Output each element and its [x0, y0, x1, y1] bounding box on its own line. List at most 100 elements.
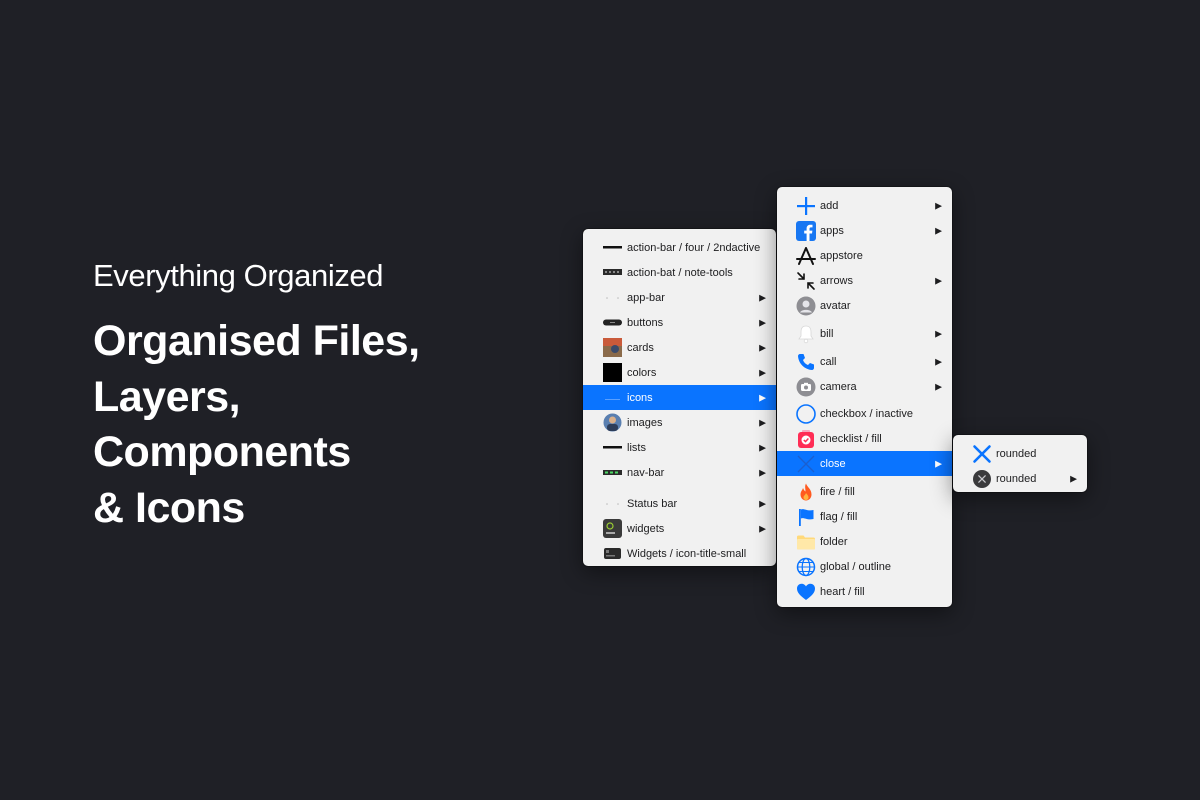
- navbar-thumb-icon: [603, 463, 622, 482]
- menu-item-app-bar[interactable]: app-bar ▶: [583, 285, 776, 310]
- submenu-arrow-icon: ▶: [935, 458, 942, 468]
- menu-item-label: global / outline: [820, 560, 891, 573]
- menu-item-rounded-x[interactable]: rounded: [953, 441, 1087, 466]
- submenu-arrow-icon: ▶: [759, 392, 766, 402]
- menu-item-rounded-circle[interactable]: rounded ▶: [953, 466, 1087, 491]
- menu-item-add[interactable]: add ▶: [777, 193, 952, 218]
- menu-item-icons[interactable]: icons ▶: [583, 385, 776, 410]
- submenu-arrow-icon: ▶: [759, 342, 766, 352]
- menu-item-widgets-icon-title-small[interactable]: Widgets / icon-title-small: [583, 541, 776, 566]
- submenu-arrow-icon: ▶: [935, 328, 942, 338]
- menu-item-bill[interactable]: bill ▶: [777, 321, 952, 346]
- menu-item-images[interactable]: images ▶: [583, 410, 776, 435]
- submenu-arrow-icon: ▶: [759, 367, 766, 377]
- circle-outline-icon: [796, 403, 816, 424]
- menu-item-buttons[interactable]: buttons ▶: [583, 310, 776, 335]
- menu-item-label: Status bar: [627, 497, 678, 510]
- menu-item-label: icons: [627, 391, 653, 404]
- menu-item-call[interactable]: call ▶: [777, 349, 952, 374]
- close-variants-menu: rounded rounded ▶: [953, 435, 1087, 492]
- submenu-arrow-icon: ▶: [759, 523, 766, 533]
- layers-menu: action-bar / four / 2ndactive action-bat…: [583, 229, 776, 566]
- camera-icon: [796, 377, 816, 397]
- menu-item-widgets[interactable]: widgets ▶: [583, 516, 776, 541]
- menu-item-label: action-bar / four / 2ndactive: [627, 241, 761, 254]
- menu-item-label: buttons: [627, 316, 664, 329]
- menu-item-camera[interactable]: camera ▶: [777, 374, 952, 399]
- submenu-arrow-icon: ▶: [935, 225, 942, 235]
- line-thumb-icon: [603, 238, 622, 257]
- icon-thumb-icon: [603, 388, 622, 407]
- avatar-icon: [796, 296, 816, 316]
- line-thumb-icon: [603, 438, 622, 457]
- menu-item-label: bill: [820, 327, 834, 340]
- toolbar-thumb-icon: [603, 263, 622, 282]
- hero-headline: Organised Files, Layers, Components & Ic…: [93, 314, 420, 536]
- collapse-arrows-icon: [796, 271, 816, 291]
- hero-eyebrow: Everything Organized: [93, 258, 384, 293]
- icons-menu: add ▶ apps ▶ appstore arrows ▶ avatar bi…: [777, 187, 952, 607]
- menu-item-global-outline[interactable]: global / outline: [777, 554, 952, 579]
- menu-item-label: camera: [820, 380, 857, 393]
- globe-icon: [796, 557, 816, 577]
- menu-item-avatar[interactable]: avatar: [777, 293, 952, 318]
- headline-line-3: Components: [93, 428, 351, 476]
- checklist-icon: [796, 429, 816, 449]
- menu-item-label: folder: [820, 535, 848, 548]
- menu-item-label: checklist / fill: [820, 432, 882, 445]
- menu-item-label: add: [820, 199, 839, 212]
- menu-item-label: checkbox / inactive: [820, 407, 913, 420]
- menu-item-folder[interactable]: folder: [777, 529, 952, 554]
- menu-item-lists[interactable]: lists ▶: [583, 435, 776, 460]
- fire-icon: [796, 482, 816, 502]
- menu-item-heart-fill[interactable]: heart / fill: [777, 579, 952, 604]
- menu-item-appstore[interactable]: appstore: [777, 243, 952, 268]
- menu-item-action-bat[interactable]: action-bat / note-tools: [583, 260, 776, 285]
- menu-item-label: lists: [627, 441, 646, 454]
- menu-item-colors[interactable]: colors ▶: [583, 360, 776, 385]
- submenu-arrow-icon: ▶: [759, 292, 766, 302]
- close-icon: [972, 444, 992, 464]
- menu-item-cards[interactable]: cards ▶: [583, 335, 776, 360]
- menu-item-label: arrows: [820, 274, 854, 287]
- close-circle-icon: [972, 469, 992, 489]
- heart-icon: [796, 582, 816, 602]
- submenu-arrow-icon: ▶: [759, 442, 766, 452]
- menu-item-apps[interactable]: apps ▶: [777, 218, 952, 243]
- menu-item-label: colors: [627, 366, 657, 379]
- menu-item-label: fire / fill: [820, 485, 855, 498]
- menu-item-checklist-fill[interactable]: checklist / fill: [777, 426, 952, 451]
- dots-thumb-icon: [603, 494, 622, 513]
- menu-item-label: Widgets / icon-title-small: [627, 547, 747, 560]
- menu-item-label: appstore: [820, 249, 863, 262]
- menu-item-nav-bar[interactable]: nav-bar ▶: [583, 460, 776, 485]
- headline-line-4: & Icons: [93, 483, 245, 532]
- submenu-arrow-icon: ▶: [759, 417, 766, 427]
- submenu-arrow-icon: ▶: [759, 467, 766, 477]
- menu-item-arrows[interactable]: arrows ▶: [777, 268, 952, 293]
- menu-item-label: rounded: [996, 472, 1037, 485]
- menu-item-checkbox-inactive[interactable]: checkbox / inactive: [777, 401, 952, 426]
- submenu-arrow-icon: ▶: [935, 275, 942, 285]
- menu-item-status-bar[interactable]: Status bar ▶: [583, 491, 776, 516]
- submenu-arrow-icon: ▶: [935, 200, 942, 210]
- submenu-arrow-icon: ▶: [935, 356, 942, 366]
- menu-item-action-bar[interactable]: action-bar / four / 2ndactive: [583, 235, 776, 260]
- submenu-arrow-icon: ▶: [759, 498, 766, 508]
- menu-item-label: rounded: [996, 447, 1037, 460]
- menu-item-label: avatar: [820, 299, 851, 312]
- black-swatch-thumb-icon: [603, 363, 622, 382]
- phone-icon: [796, 352, 816, 372]
- pill-button-thumb-icon: [603, 313, 622, 332]
- menu-item-close[interactable]: close ▶: [777, 451, 952, 476]
- image-thumb-icon: [603, 413, 622, 432]
- menu-item-label: app-bar: [627, 291, 665, 304]
- dots-thumb-icon: [603, 288, 622, 307]
- appstore-icon: [796, 246, 816, 266]
- facebook-icon: [796, 220, 816, 241]
- menu-item-fire-fill[interactable]: fire / fill: [777, 479, 952, 504]
- menu-item-flag-fill[interactable]: flag / fill: [777, 504, 952, 529]
- photo-card-thumb-icon: [603, 338, 622, 357]
- menu-item-label: nav-bar: [627, 466, 665, 479]
- menu-item-label: apps: [820, 224, 844, 237]
